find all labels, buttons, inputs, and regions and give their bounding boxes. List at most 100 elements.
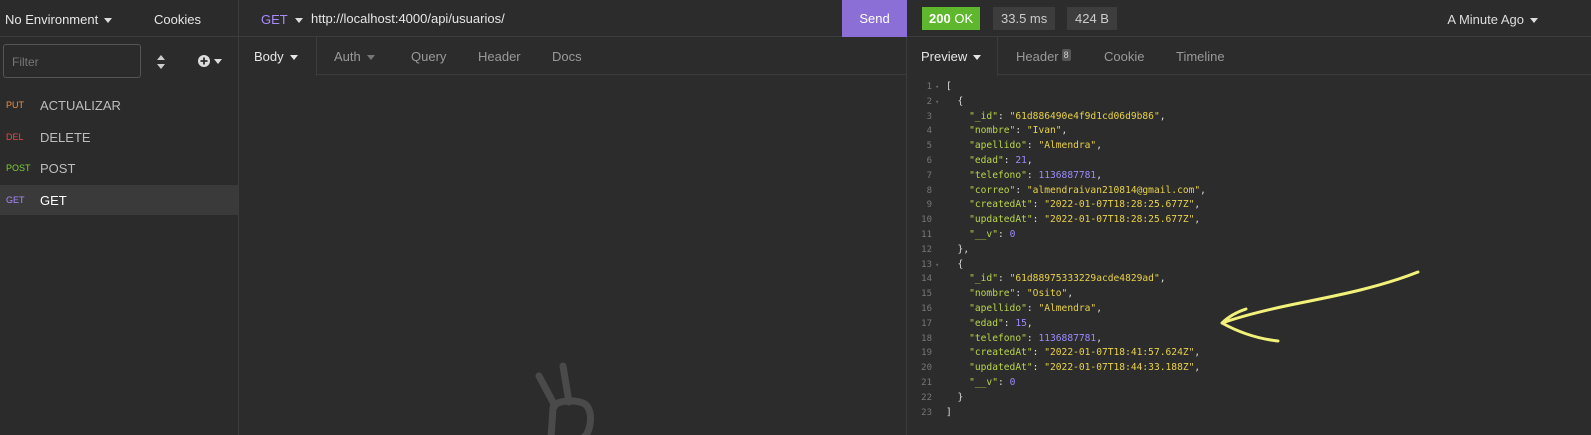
- json-punct: ,: [1194, 347, 1201, 359]
- url-bar: GET http://localhost:4000/api/usuarios/ …: [239, 0, 907, 37]
- url-input[interactable]: http://localhost:4000/api/usuarios/: [311, 11, 505, 26]
- tab-docs[interactable]: Docs: [552, 49, 582, 64]
- code-line: 23]: [907, 406, 1591, 421]
- code-line: 6 "edad": 21,: [907, 154, 1591, 169]
- code-text: "nombre": "Osito",: [969, 288, 1074, 300]
- json-value: "2022-01-07T18:44:33.188Z": [1044, 362, 1195, 374]
- chevron-down-icon: [973, 55, 982, 61]
- code-line: 22 }: [907, 391, 1591, 406]
- json-value: "Almendra": [1038, 140, 1097, 152]
- json-key: "createdAt": [969, 347, 1033, 359]
- request-item[interactable]: DEL DELETE: [0, 122, 238, 152]
- json-key: "__v": [969, 376, 998, 388]
- filter-row: Filter: [0, 37, 238, 87]
- cookies-button[interactable]: Cookies: [154, 12, 201, 27]
- json-preview: 1 ▾[2 ▾ {3 "_id": "61d886490e4f9d1cd06d9b8…: [907, 80, 1591, 420]
- json-key: "updatedAt": [969, 214, 1033, 226]
- fold-icon[interactable]: ▾: [935, 258, 939, 273]
- tab-response-header[interactable]: Header 8: [1016, 49, 1071, 64]
- line-number: 19: [921, 348, 932, 359]
- request-item[interactable]: POST POST: [0, 153, 238, 183]
- line-number: 5: [926, 141, 932, 152]
- code-text: "updatedAt": "2022-01-07T18:28:25.677Z",: [969, 214, 1201, 226]
- tab-timeline[interactable]: Timeline: [1176, 49, 1225, 64]
- code-line: 2 ▾ {: [907, 95, 1591, 110]
- tab-header[interactable]: Header: [478, 49, 521, 64]
- json-value: 0: [1009, 228, 1016, 240]
- request-method-badge: POST: [6, 163, 31, 173]
- chevron-down-icon: [366, 55, 375, 61]
- json-key: "_id": [969, 273, 998, 285]
- chevron-down-icon: [294, 18, 303, 24]
- line-number: 8: [926, 185, 932, 196]
- fold-icon[interactable]: ▾: [935, 95, 939, 110]
- sidebar: No Environment Cookies Filter PUT ACTUALI…: [0, 0, 239, 435]
- code-line: 11 "__v": 0: [907, 228, 1591, 243]
- line-number: 21: [921, 377, 932, 388]
- status-badge: 200 OK: [922, 7, 981, 30]
- code-line: 10 "updatedAt": "2022-01-07T18:28:25.677…: [907, 213, 1591, 228]
- request-tabs: Body Auth Query Header Docs: [239, 37, 906, 76]
- json-value: "Almendra": [1038, 302, 1097, 314]
- code-text: "__v": 0: [969, 228, 1016, 240]
- json-value: "Osito": [1026, 288, 1068, 300]
- add-circle-icon[interactable]: [197, 54, 223, 68]
- json-value: 21: [1015, 154, 1027, 166]
- json-value: "61d886490e4f9d1cd06d9b86": [1009, 110, 1160, 122]
- json-punct: ,: [1159, 273, 1166, 285]
- line-number: 17: [921, 318, 932, 329]
- fold-icon[interactable]: ▾: [935, 80, 939, 95]
- json-punct: ,: [1026, 154, 1033, 166]
- code-line: 7 "telefono": 1136887781,: [907, 169, 1591, 184]
- filter-input[interactable]: Filter: [3, 44, 141, 78]
- code-text: "edad": 15,: [969, 317, 1033, 329]
- request-name: GET: [40, 192, 67, 208]
- json-punct: ,: [1194, 362, 1201, 374]
- history-dropdown[interactable]: A Minute Ago: [1447, 12, 1538, 27]
- code-line: 3 "_id": "61d886490e4f9d1cd06d9b86",: [907, 110, 1591, 125]
- line-number: 6: [926, 155, 932, 166]
- request-name: POST: [40, 161, 76, 176]
- response-pane: 200 OK 33.5 ms 424 B A Minute Ago Previe…: [907, 0, 1591, 435]
- tab-query[interactable]: Query: [411, 49, 446, 64]
- response-time: 33.5 ms: [993, 7, 1056, 30]
- chevron-down-icon: [1530, 18, 1538, 24]
- tab-auth[interactable]: Auth: [334, 49, 375, 64]
- code-text: "telefono": 1136887781,: [969, 332, 1102, 344]
- line-number: 22: [921, 392, 932, 403]
- method-label: GET: [261, 12, 288, 27]
- line-number: 18: [921, 333, 932, 344]
- environment-dropdown[interactable]: No Environment: [5, 12, 113, 27]
- annotation-arrow: [1220, 270, 1420, 343]
- code-text: {: [946, 258, 964, 270]
- tab-body[interactable]: Body: [254, 49, 298, 64]
- tab-preview-label: Preview: [921, 49, 968, 64]
- response-size: 424 B: [1067, 7, 1117, 30]
- json-key: "updatedAt": [969, 362, 1033, 374]
- line-number: 15: [921, 289, 932, 300]
- json-key: "telefono": [969, 332, 1027, 344]
- line-number: 10: [921, 215, 932, 226]
- request-item[interactable]: GET GET: [0, 184, 238, 215]
- chevron-down-icon: [104, 18, 113, 24]
- line-number: 7: [926, 170, 932, 181]
- json-value: 15: [1015, 317, 1027, 329]
- json-value: 1136887781: [1038, 169, 1097, 181]
- method-dropdown[interactable]: GET: [261, 12, 303, 27]
- code-text: "correo": "almendraivan210814@gmail.com"…: [969, 184, 1206, 196]
- code-text: "nombre": "Ivan",: [969, 125, 1068, 137]
- tab-preview[interactable]: Preview: [921, 49, 982, 64]
- json-punct: ,: [1096, 332, 1102, 344]
- line-number: 2: [926, 96, 932, 107]
- line-number: 3: [926, 111, 932, 122]
- sort-icon[interactable]: [156, 54, 166, 70]
- send-button[interactable]: Send: [842, 0, 907, 37]
- request-item[interactable]: PUT ACTUALIZAR: [0, 90, 238, 120]
- peace-hand-icon: [535, 362, 594, 435]
- json-key: "createdAt": [969, 199, 1033, 211]
- tab-cookie[interactable]: Cookie: [1104, 49, 1144, 64]
- json-key: "nombre": [969, 288, 1016, 300]
- code-text: [: [946, 81, 952, 92]
- json-punct: ,: [1067, 288, 1074, 300]
- code-text: "_id": "61d886490e4f9d1cd06d9b86",: [969, 110, 1166, 122]
